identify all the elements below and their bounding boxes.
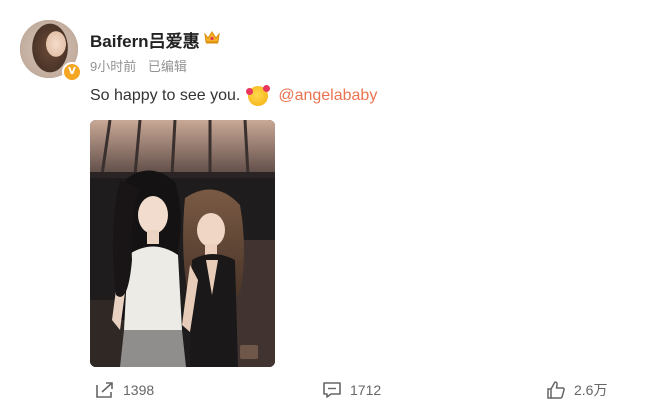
mention-link[interactable]: @angelababy <box>278 87 377 105</box>
share-icon <box>96 382 113 398</box>
post-text: So happy to see you. @angelababy <box>90 85 377 106</box>
crown-icon <box>204 31 220 44</box>
post-meta: 9小时前 已编辑 <box>90 56 187 75</box>
post-photo[interactable] <box>90 120 275 367</box>
weibo-post-card: V Baifern吕爱惠 9小时前 已编辑 So happy to see yo… <box>0 0 650 414</box>
repost-count: 1398 <box>123 382 155 398</box>
verified-badge-label: V <box>68 66 76 77</box>
post-time[interactable]: 9小时前 <box>90 59 136 74</box>
comment-button[interactable]: 1712 <box>322 375 381 405</box>
edited-label[interactable]: 已编辑 <box>148 59 187 74</box>
repost-button[interactable]: 1398 <box>95 375 154 405</box>
comment-count: 1712 <box>350 382 382 398</box>
thumbs-up-icon <box>547 381 565 399</box>
author-name[interactable]: Baifern吕爱惠 <box>90 27 200 52</box>
like-button[interactable]: 2.6万 <box>546 375 607 405</box>
post-message: So happy to see you. <box>90 87 241 104</box>
like-count: 2.6万 <box>574 382 608 398</box>
comment-icon <box>323 382 341 398</box>
verified-badge: V <box>62 62 82 82</box>
action-bar: 1398 1712 2.6万 <box>0 375 650 405</box>
smiling-face-with-hearts-icon <box>246 85 271 106</box>
photo-illustration <box>90 120 275 367</box>
